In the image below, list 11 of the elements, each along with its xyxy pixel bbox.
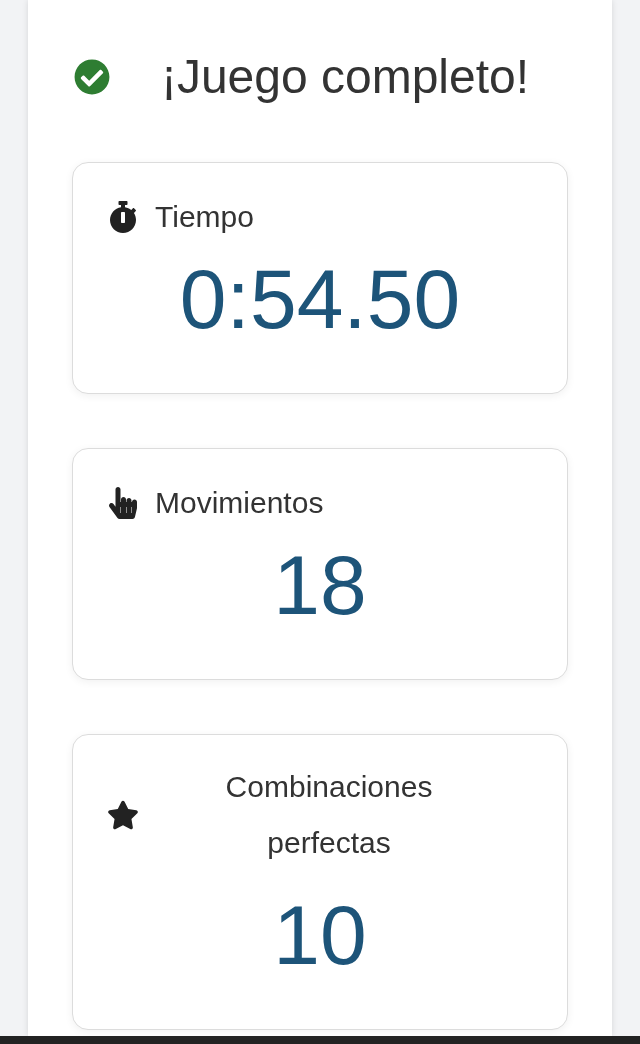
stat-label: Combinaciones perfectas [224, 769, 434, 861]
title: ¡Juego completo! [159, 49, 531, 105]
stat-label: Tiempo [155, 199, 254, 235]
stat-value: 18 [272, 537, 368, 634]
stat-label: Movimientos [155, 485, 324, 521]
stat-value: 10 [272, 887, 368, 984]
stat-value: 0:54.50 [178, 251, 462, 348]
stopwatch-icon [107, 201, 139, 233]
check-icon [74, 59, 110, 95]
star-icon [107, 799, 139, 831]
pointing-hand-icon [107, 487, 139, 519]
